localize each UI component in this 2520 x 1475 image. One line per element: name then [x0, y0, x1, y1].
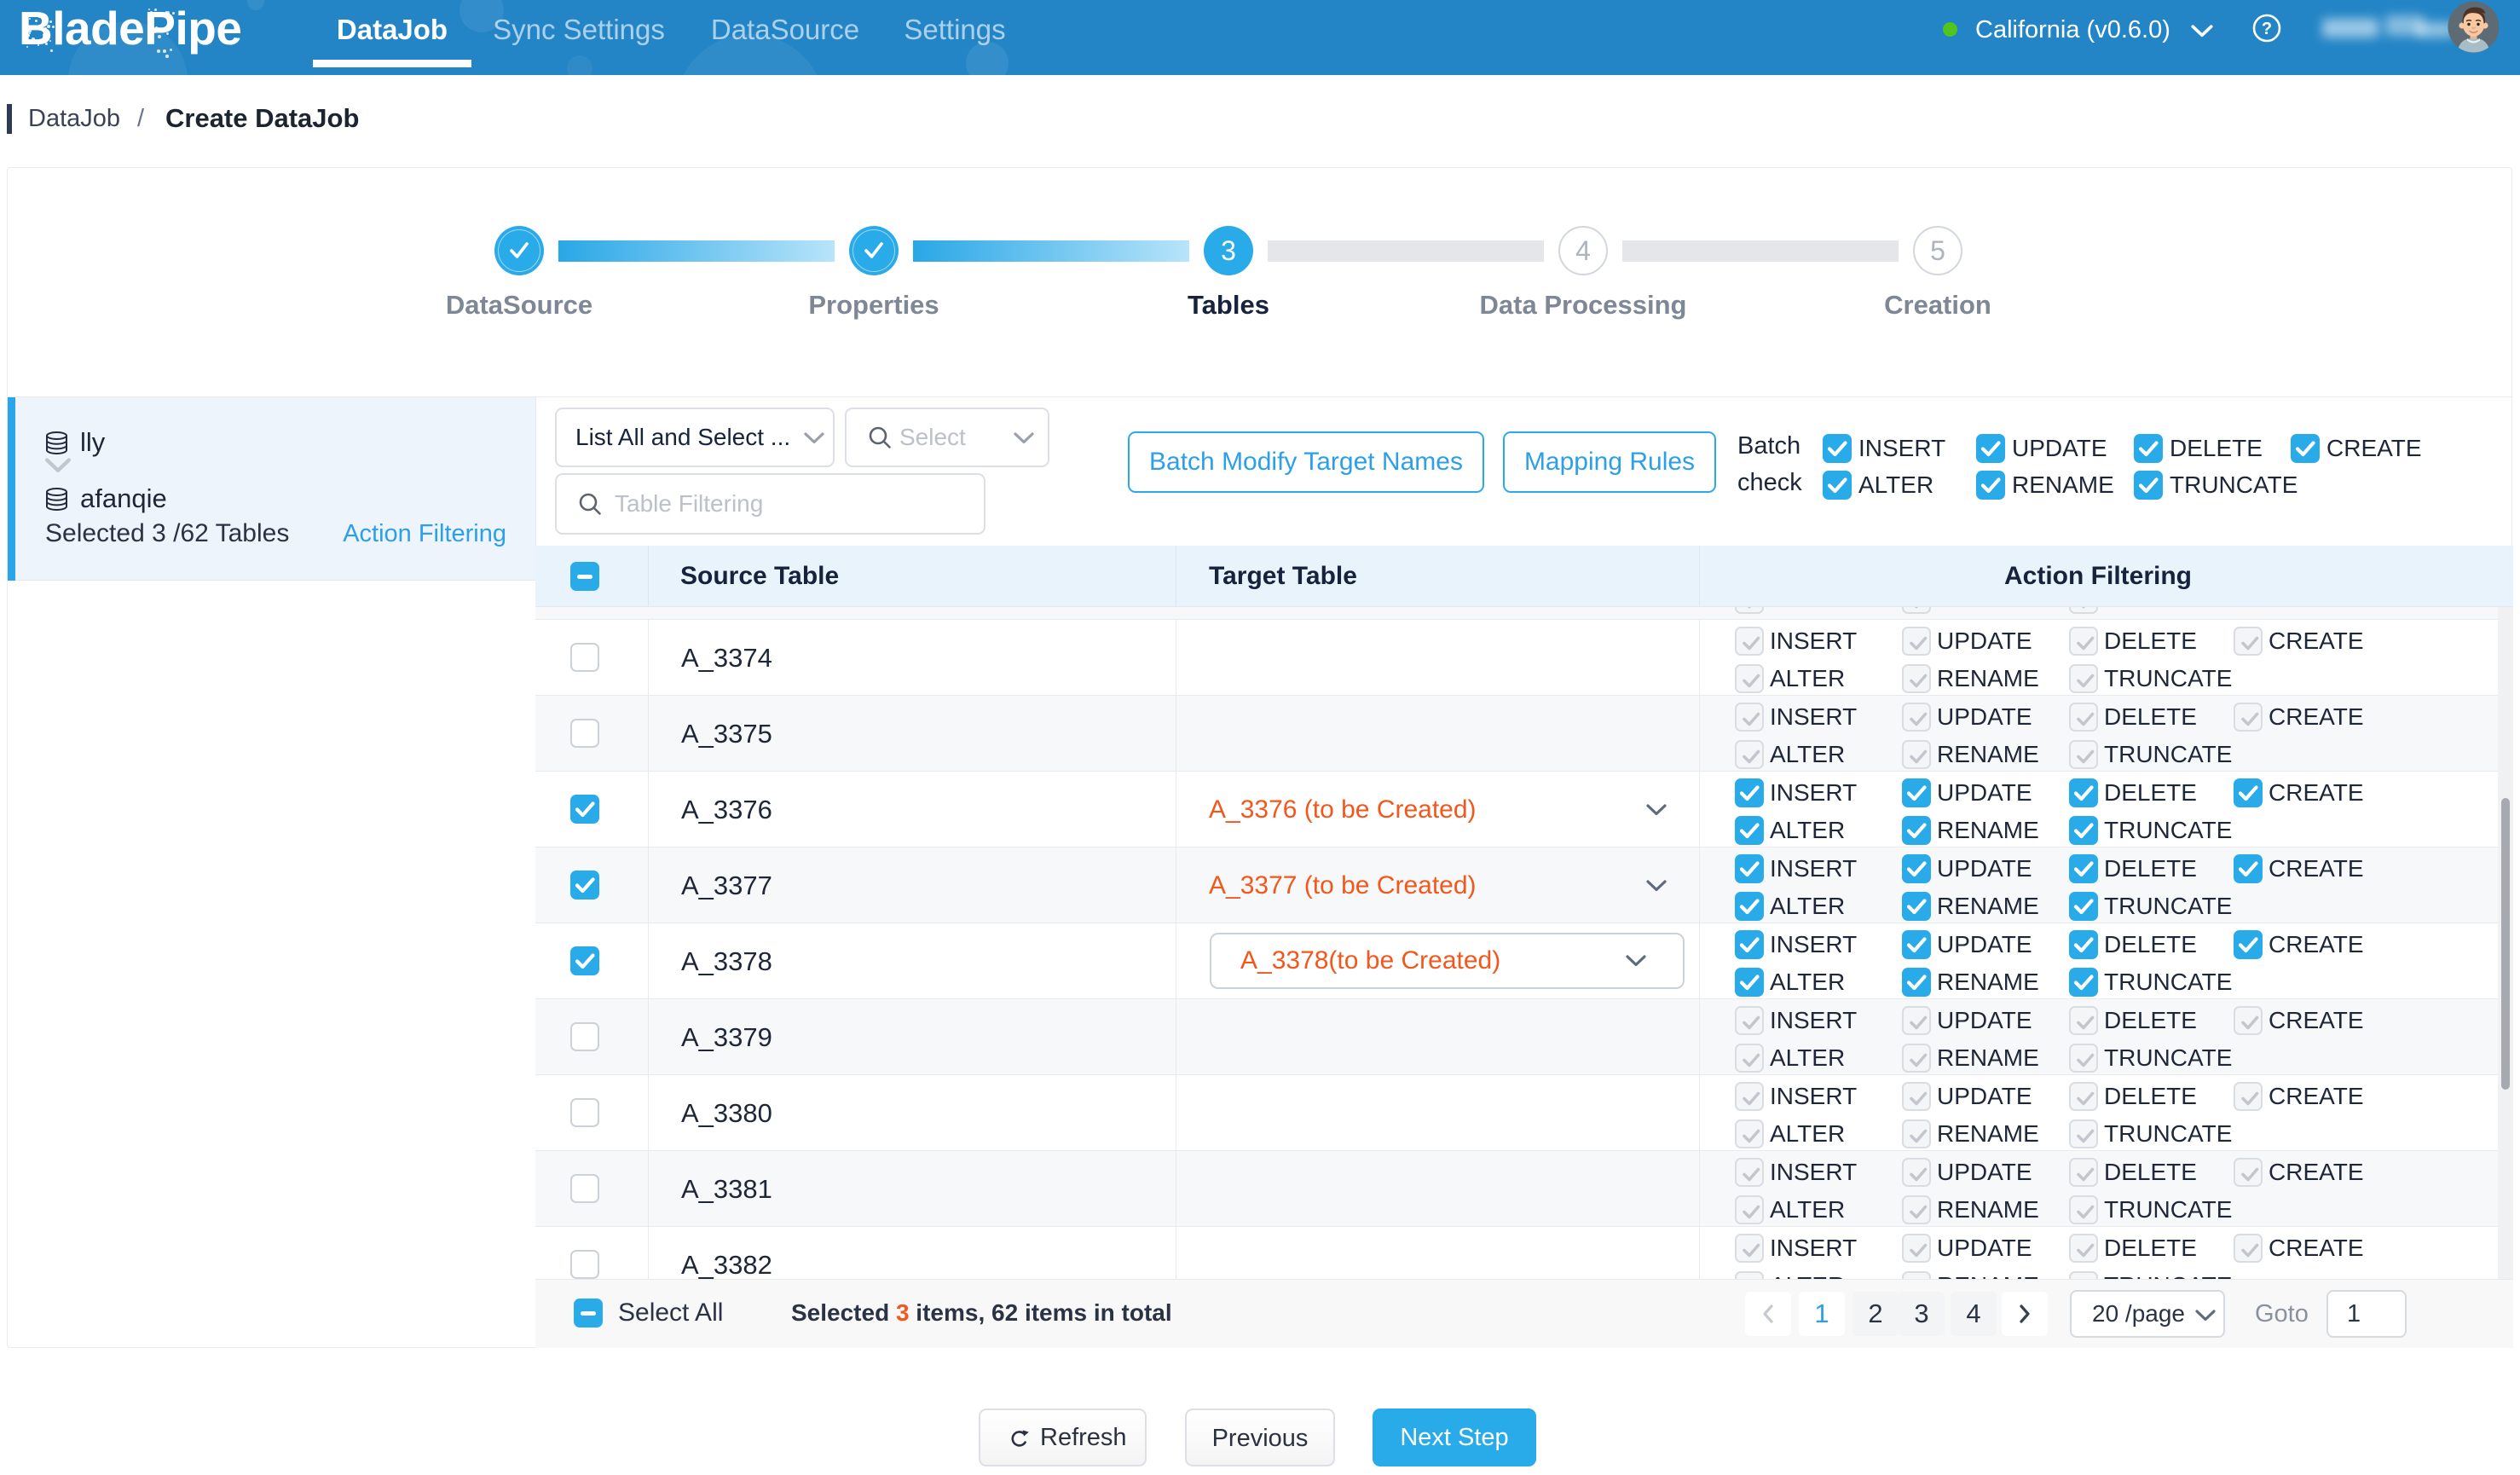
svg-text:?: ?: [2262, 20, 2272, 38]
